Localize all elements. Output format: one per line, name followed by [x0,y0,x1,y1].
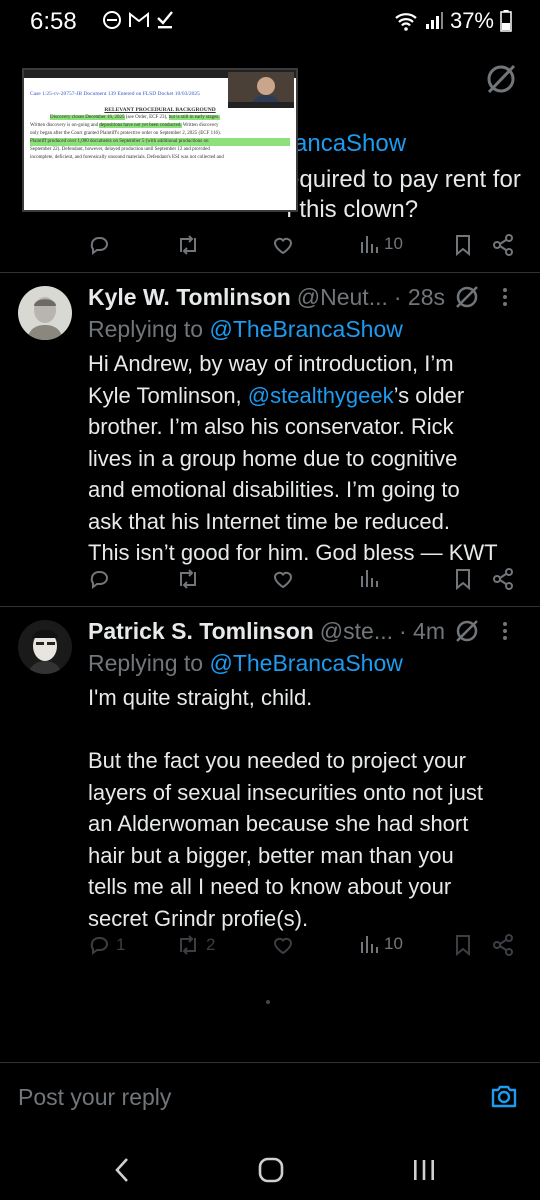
reply-button[interactable]: 1 [88,934,125,956]
share-icon [493,234,513,256]
repost-button[interactable] [176,234,200,256]
share-icon [493,568,513,590]
bookmark-button[interactable] [454,234,472,256]
timestamp[interactable]: · 4m [399,618,445,645]
views-button[interactable] [360,568,378,588]
grok-icon[interactable] [454,618,480,644]
mention-link[interactable]: @stealthygeek [248,383,394,408]
tweet[interactable]: Patrick S. Tomlinson @ste... · 4m Replyi… [0,606,540,966]
views-button[interactable]: 10 [360,934,403,954]
share-button[interactable] [492,934,514,956]
replying-to: Replying to @TheBrancaShow [88,316,403,342]
share-button[interactable] [492,234,514,256]
display-name[interactable]: Kyle W. Tomlinson [88,284,291,311]
replying-to-link[interactable]: @TheBrancaShow [209,316,402,342]
reply-icon [90,937,108,955]
share-icon [493,934,513,956]
replying-to: Replying to @TheBrancaShow [88,650,403,676]
share-button[interactable] [492,568,514,590]
reply-button[interactable] [88,234,110,256]
repost-button[interactable] [176,568,200,590]
heart-icon [273,571,293,589]
views-icon [361,236,378,253]
heart-icon [273,237,293,255]
timestamp[interactable]: · 28s [394,284,445,311]
reply-icon [90,237,108,255]
replying-to-link[interactable]: @TheBrancaShow [209,650,402,676]
bookmark-button[interactable] [454,934,472,956]
pip-video-player[interactable]: Case 1:25-cv-20757-JB Document 139 Enter… [22,68,298,212]
bookmark-button[interactable] [454,568,472,590]
back-icon[interactable] [112,1156,132,1184]
heart-icon [273,937,293,955]
views-icon [361,570,378,587]
user-handle[interactable]: @ste... [320,618,393,645]
replying-handle-fragment[interactable]: rancaShow [286,130,406,158]
more-options-icon[interactable] [494,286,516,308]
tweet-body: Hi Andrew, by way of introduction, I’m K… [88,351,498,565]
repost-icon [180,235,196,255]
tweet-text-line: f this clown? [286,196,419,223]
views-count: 10 [384,934,403,953]
like-button[interactable] [272,934,294,956]
avatar[interactable] [18,286,72,340]
tweet[interactable]: Kyle W. Tomlinson @Neut... · 28s Replyin… [0,272,540,606]
views-icon [361,936,378,953]
camera-icon[interactable] [490,1082,518,1110]
reply-input[interactable]: Post your reply [18,1084,171,1111]
like-button[interactable] [272,234,294,256]
repost-icon [180,569,196,589]
bookmark-icon [456,569,470,590]
reply-count: 1 [116,935,126,954]
tweet-body: I'm quite straight, child. But the fact … [88,685,483,931]
more-options-icon[interactable] [494,620,516,642]
repost-button[interactable]: 2 [176,934,215,956]
tweet-header: Kyle W. Tomlinson @Neut... · 28s [88,284,445,311]
pip-document: Case 1:25-cv-20757-JB Document 139 Enter… [30,90,290,162]
bookmark-icon [456,235,470,256]
system-nav-bar [0,1138,540,1200]
user-handle[interactable]: @Neut... [297,284,388,311]
recent-apps-icon[interactable] [412,1156,436,1184]
reply-icon [90,571,108,589]
reply-button[interactable] [88,568,110,590]
grok-icon[interactable] [454,284,480,310]
bookmark-icon [456,935,470,956]
repost-icon [180,935,196,955]
tweet-header: Patrick S. Tomlinson @ste... · 4m [88,618,445,645]
display-name[interactable]: Patrick S. Tomlinson [88,618,314,645]
views-button[interactable]: 10 [360,234,403,254]
avatar[interactable] [18,620,72,674]
tweet-text-line: equired to pay rent for [286,166,521,193]
home-icon[interactable] [258,1156,284,1184]
repost-count: 2 [206,935,216,954]
loading-indicator [266,1000,270,1004]
like-button[interactable] [272,568,294,590]
views-count: 10 [384,234,403,253]
